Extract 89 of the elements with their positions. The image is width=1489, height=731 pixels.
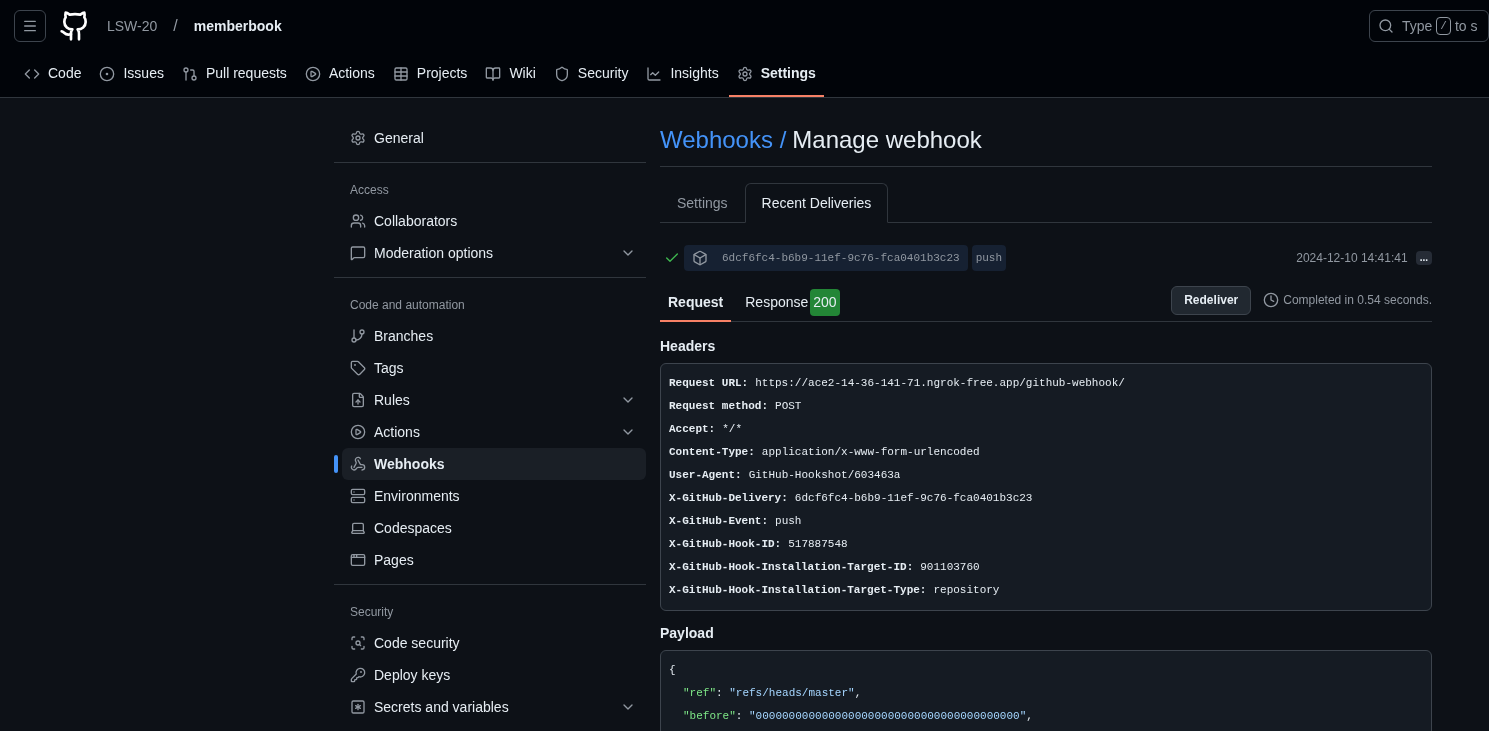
repo-tab[interactable]: Issues bbox=[91, 52, 172, 97]
sidebar-item[interactable]: Rules bbox=[342, 384, 646, 416]
header-line: X-GitHub-Event: push bbox=[669, 514, 803, 530]
menu-button[interactable] bbox=[14, 10, 46, 42]
asterisk-icon bbox=[350, 699, 366, 715]
repo-tab[interactable]: Code bbox=[16, 52, 90, 97]
sidebar-item[interactable]: Codespaces bbox=[342, 512, 646, 544]
package-icon bbox=[692, 250, 708, 266]
sidebar-heading: Security bbox=[349, 604, 395, 621]
book-icon bbox=[485, 65, 502, 82]
sidebar-heading: Access bbox=[349, 182, 390, 199]
sidebar-item[interactable]: Deploy keys bbox=[342, 659, 646, 691]
detail-tab[interactable]: Request bbox=[660, 284, 732, 322]
tag-icon bbox=[350, 360, 366, 376]
code-line: "before": "0000000000000000000000000000000000000000", bbox=[682, 709, 1034, 725]
active-indicator bbox=[334, 455, 338, 473]
header-line: X-GitHub-Delivery: 6dcf6fc4-b6b9-11ef-9c76-fca0401b3c23 bbox=[669, 491, 1034, 507]
repo-tab[interactable]: Insights bbox=[638, 52, 727, 97]
owner-link[interactable]: LSW-20 bbox=[107, 15, 158, 37]
delivery-guid-chip[interactable]: 6dcf6fc4-b6b9-11ef-9c76-fca0401b3c23 bbox=[684, 245, 968, 271]
header-line: Accept: */* bbox=[669, 422, 744, 438]
sidebar-item[interactable]: Actions bbox=[342, 416, 646, 448]
header-line: User-Agent: GitHub-Hookshot/603463a bbox=[669, 468, 902, 484]
webhook-icon bbox=[350, 456, 366, 472]
detail-tab[interactable]: Response 200 bbox=[737, 284, 848, 322]
branch-icon bbox=[350, 328, 366, 344]
code-scan-icon bbox=[350, 635, 366, 651]
event-chip: push bbox=[971, 245, 1007, 271]
sidebar-item[interactable]: Branches bbox=[342, 320, 646, 352]
section-title: Payload bbox=[660, 624, 715, 643]
play-icon bbox=[304, 65, 321, 82]
sidebar-item[interactable]: Collaborators bbox=[342, 205, 646, 237]
people-icon bbox=[350, 213, 366, 229]
pull-request-icon bbox=[181, 65, 198, 82]
keyboard-key: / bbox=[1436, 16, 1451, 36]
breadcrumb-link[interactable]: Webhooks / bbox=[660, 122, 787, 158]
menu-icon bbox=[22, 18, 38, 34]
sidebar-item[interactable]: Webhooks bbox=[342, 448, 646, 480]
settings-icon bbox=[350, 130, 366, 146]
speech-bubble-icon bbox=[350, 245, 366, 261]
repo-tab[interactable]: Actions bbox=[296, 52, 383, 97]
repo-tab[interactable]: Wiki bbox=[477, 52, 544, 97]
delivery-timestamp: 2024-12-10 14:41:41 bbox=[1296, 250, 1408, 267]
sidebar-item[interactable]: Code security bbox=[342, 627, 646, 659]
settings-icon bbox=[736, 65, 753, 82]
header-line: Request method: POST bbox=[669, 399, 803, 415]
sidebar-item[interactable]: Environments bbox=[342, 480, 646, 512]
header-line: Request URL: https://ace2-14-36-141-71.ngrok-free.app/github-webhook/ bbox=[669, 376, 1126, 392]
path-separator: / bbox=[173, 16, 178, 36]
repo-tab[interactable]: Projects bbox=[384, 52, 476, 97]
repo-tab[interactable]: Settings bbox=[728, 52, 824, 97]
repo-tab[interactable]: Pull requests bbox=[173, 52, 295, 97]
repo-link[interactable]: memberbook bbox=[193, 15, 282, 37]
key-icon bbox=[350, 667, 366, 683]
circle-dot-icon bbox=[99, 65, 116, 82]
sidebar-item[interactable]: Pages bbox=[342, 544, 646, 576]
header-line: X-GitHub-Hook-ID: 517887548 bbox=[669, 537, 849, 553]
tab[interactable]: Recent Deliveries bbox=[744, 183, 889, 223]
search-placeholder: Type bbox=[1402, 16, 1433, 36]
laptop-icon bbox=[350, 520, 366, 536]
search-placeholder: to s bbox=[1454, 16, 1478, 36]
redeliver-button[interactable]: Redeliver bbox=[1171, 285, 1252, 315]
sidebar-item[interactable]: Moderation options bbox=[342, 237, 646, 269]
page-title: Manage webhook bbox=[792, 125, 982, 155]
code-line: { bbox=[669, 663, 677, 679]
search-field[interactable]: Type / to s bbox=[1369, 10, 1489, 42]
sidebar-item[interactable]: Secrets and variables bbox=[342, 691, 646, 723]
table-icon bbox=[392, 65, 409, 82]
window-icon bbox=[350, 552, 366, 568]
code-line: "ref": "refs/heads/master", bbox=[682, 686, 863, 702]
sidebar-item[interactable]: General bbox=[342, 122, 646, 154]
status-badge: 200 bbox=[810, 288, 840, 316]
shield-icon bbox=[553, 65, 570, 82]
server-icon bbox=[350, 488, 366, 504]
header-line: Content-Type: application/x-www-form-urlencoded bbox=[669, 445, 981, 461]
header-line: X-GitHub-Hook-Installation-Target-ID: 901103760 bbox=[669, 560, 981, 576]
chart-icon bbox=[646, 65, 663, 82]
more-button[interactable]: ... bbox=[1415, 251, 1432, 265]
header-line: X-GitHub-Hook-Installation-Target-Type: repository bbox=[669, 583, 1001, 599]
sidebar-item[interactable]: Tags bbox=[342, 352, 646, 384]
search-icon bbox=[1378, 18, 1394, 34]
file-upload-icon bbox=[350, 392, 366, 408]
clock-icon bbox=[1263, 292, 1280, 308]
completion-time: Completed in 0.54 seconds. bbox=[1283, 292, 1432, 309]
repo-tab[interactable]: Security bbox=[545, 52, 637, 97]
sidebar-heading: Code and automation bbox=[349, 297, 466, 314]
section-title: Headers bbox=[660, 337, 717, 356]
play-icon bbox=[350, 424, 366, 440]
tab[interactable]: Settings bbox=[660, 183, 745, 223]
